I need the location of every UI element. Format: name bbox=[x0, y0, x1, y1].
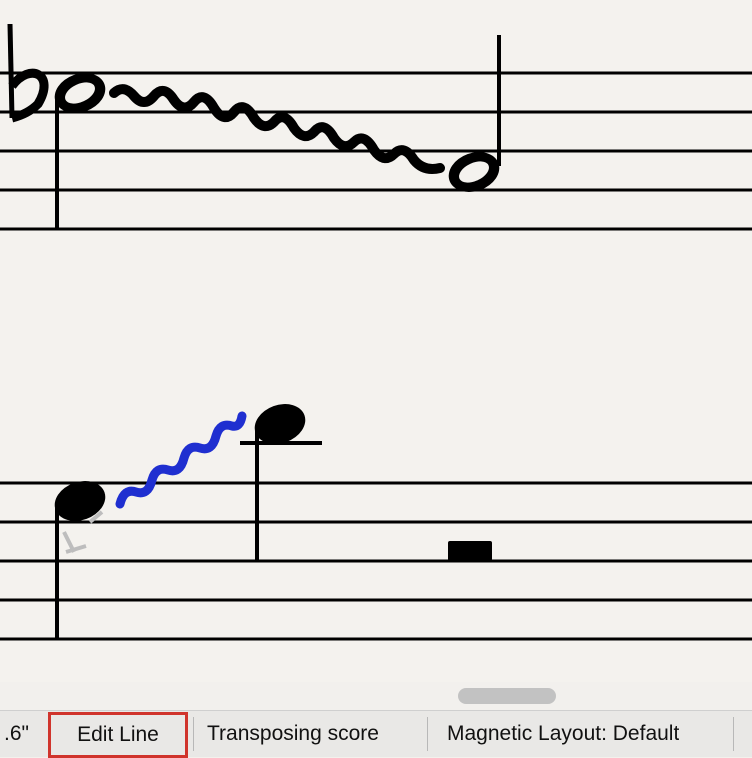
half-note[interactable] bbox=[49, 66, 111, 228]
selected-glissando-line[interactable] bbox=[115, 411, 247, 509]
status-separator bbox=[193, 717, 194, 751]
status-separator bbox=[427, 717, 428, 751]
page-size-readout: .6" bbox=[4, 722, 29, 745]
magnetic-layout-indicator[interactable]: Magnetic Layout: Default bbox=[447, 711, 679, 757]
lower-staff bbox=[0, 481, 752, 641]
status-separator bbox=[733, 717, 734, 751]
status-bar: .6" Edit Line Transposing score Magnetic… bbox=[0, 710, 752, 758]
horizontal-scrollbar[interactable] bbox=[0, 682, 752, 710]
transposing-toggle[interactable]: Transposing score bbox=[207, 711, 379, 757]
score-canvas[interactable] bbox=[0, 0, 752, 682]
flat-accidental[interactable] bbox=[7, 23, 49, 123]
edit-mode-indicator[interactable]: Edit Line bbox=[48, 712, 188, 758]
half-note-2[interactable] bbox=[443, 35, 505, 199]
scrollbar-thumb[interactable] bbox=[458, 688, 556, 704]
quarter-note-2[interactable] bbox=[240, 397, 322, 560]
quarter-note[interactable] bbox=[49, 474, 111, 638]
half-rest[interactable] bbox=[448, 541, 492, 561]
glissando-line[interactable] bbox=[109, 84, 445, 174]
